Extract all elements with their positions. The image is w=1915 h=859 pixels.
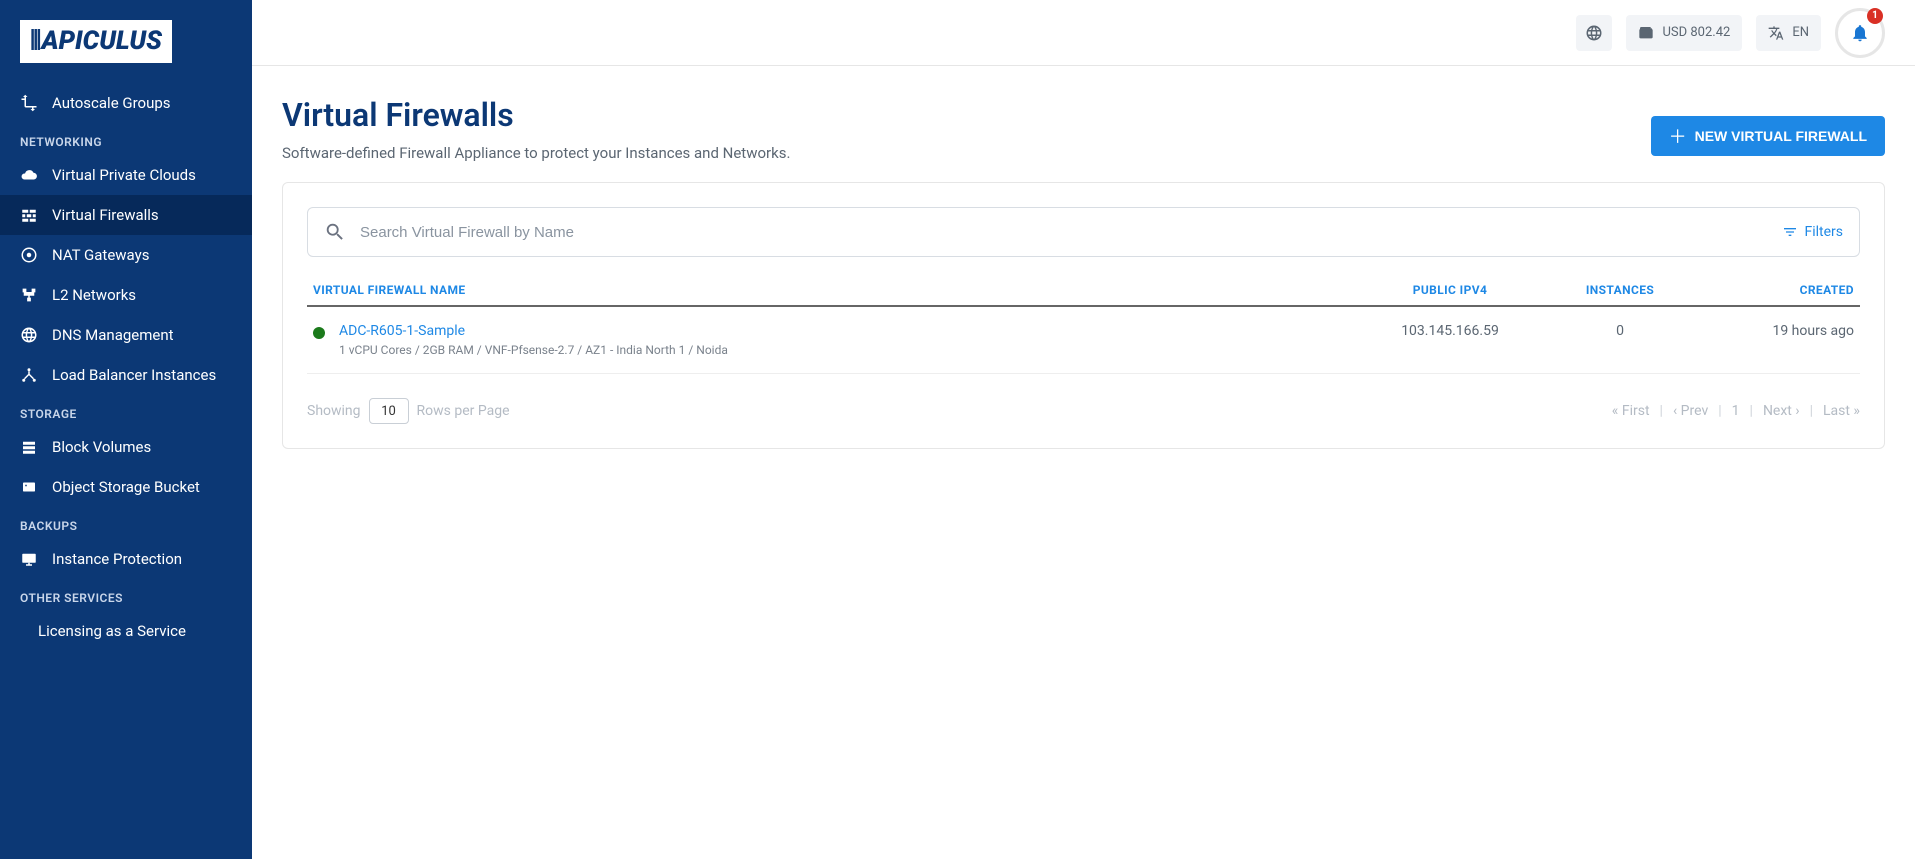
wallet-icon <box>1638 25 1654 41</box>
sidebar-item-instance-protection[interactable]: Instance Protection <box>0 539 252 579</box>
topbar: USD 802.42 EN 1 <box>252 0 1915 66</box>
rows-select[interactable]: 10 <box>369 398 409 424</box>
plus-icon: ＋ <box>1669 123 1687 149</box>
firewalls-table: VIRTUAL FIREWALL NAME PUBLIC IPV4 INSTAN… <box>307 275 1860 374</box>
globe-icon <box>20 326 38 344</box>
notification-badge: 1 <box>1867 8 1883 24</box>
filters-button[interactable]: Filters <box>1782 224 1843 240</box>
language-label: EN <box>1792 25 1809 40</box>
sidebar: ⦀APICULUS Autoscale Groups NETWORKING Vi… <box>0 0 252 859</box>
sidebar-item-load-balancer-instances[interactable]: Load Balancer Instances <box>0 355 252 395</box>
sidebar-item-licensing-as-a-service[interactable]: Licensing as a Service <box>0 611 252 651</box>
protection-icon <box>20 550 38 568</box>
col-instances[interactable]: INSTANCES <box>1540 275 1700 306</box>
wallet-amount: USD 802.42 <box>1662 25 1730 40</box>
new-virtual-firewall-button[interactable]: ＋ NEW VIRTUAL FIREWALL <box>1651 116 1885 156</box>
filters-label: Filters <box>1804 224 1843 240</box>
autoscale-icon <box>20 94 38 112</box>
blank-icon <box>20 622 38 640</box>
wallet-button[interactable]: USD 802.42 <box>1626 15 1742 51</box>
new-button-label: NEW VIRTUAL FIREWALL <box>1695 128 1867 144</box>
region-button[interactable] <box>1576 15 1612 51</box>
search-input[interactable] <box>360 224 1768 241</box>
col-name[interactable]: VIRTUAL FIREWALL NAME <box>307 275 1360 306</box>
sidebar-item-label: Object Storage Bucket <box>52 478 200 496</box>
brand-logo[interactable]: ⦀APICULUS <box>0 10 252 83</box>
gateway-icon <box>20 246 38 264</box>
sidebar-item-object-storage-bucket[interactable]: Object Storage Bucket <box>0 467 252 507</box>
sidebar-item-nat-gateways[interactable]: NAT Gateways <box>0 235 252 275</box>
volume-icon <box>20 438 38 456</box>
list-panel: Filters VIRTUAL FIREWALL NAME PUBLIC IPV… <box>282 182 1885 449</box>
filter-icon <box>1782 224 1798 240</box>
language-button[interactable]: EN <box>1756 15 1821 51</box>
pager-prev[interactable]: ‹ Prev <box>1673 403 1708 419</box>
sidebar-item-virtual-private-clouds[interactable]: Virtual Private Clouds <box>0 155 252 195</box>
sidebar-item-autoscale-groups[interactable]: Autoscale Groups <box>0 83 252 123</box>
sidebar-item-label: Autoscale Groups <box>52 94 171 112</box>
firewall-sub: 1 vCPU Cores / 2GB RAM / VNF-Pfsense-2.7… <box>339 343 728 357</box>
page-title: Virtual Firewalls <box>282 96 790 134</box>
sidebar-group-networking: NETWORKING <box>0 123 252 155</box>
main-content: USD 802.42 EN 1 Virtual Firewalls Softwa… <box>252 0 1915 859</box>
firewall-created: 19 hours ago <box>1700 306 1860 374</box>
firewall-name-link[interactable]: ADC-R605-1-Sample <box>339 323 728 339</box>
sidebar-item-l2-networks[interactable]: L2 Networks <box>0 275 252 315</box>
sidebar-item-label: Load Balancer Instances <box>52 366 216 384</box>
sidebar-item-label: Instance Protection <box>52 550 182 568</box>
search-icon <box>324 221 346 243</box>
pager-next[interactable]: Next › <box>1763 403 1800 419</box>
table-footer: Showing 10 Rows per Page « First | ‹ Pre… <box>307 398 1860 424</box>
cloud-icon <box>20 166 38 184</box>
sidebar-item-block-volumes[interactable]: Block Volumes <box>0 427 252 467</box>
sidebar-item-dns-management[interactable]: DNS Management <box>0 315 252 355</box>
rows-per-page: Showing 10 Rows per Page <box>307 398 510 424</box>
sidebar-item-label: L2 Networks <box>52 286 136 304</box>
status-dot-running <box>313 327 325 339</box>
network-icon <box>20 286 38 304</box>
load-balancer-icon <box>20 366 38 384</box>
sidebar-item-label: Licensing as a Service <box>38 622 186 640</box>
sidebar-item-label: Block Volumes <box>52 438 151 456</box>
sidebar-group-other-services: OTHER SERVICES <box>0 579 252 611</box>
page-subtitle: Software-defined Firewall Appliance to p… <box>282 144 790 162</box>
pager-first[interactable]: « First <box>1612 403 1650 419</box>
sidebar-item-label: NAT Gateways <box>52 246 149 264</box>
pager-last[interactable]: Last » <box>1823 403 1860 419</box>
col-ip[interactable]: PUBLIC IPV4 <box>1360 275 1540 306</box>
translate-icon <box>1768 25 1784 41</box>
rows-suffix: Rows per Page <box>417 403 510 419</box>
bucket-icon <box>20 478 38 496</box>
firewall-icon <box>20 206 38 224</box>
globe-icon <box>1585 24 1603 42</box>
firewall-instances: 0 <box>1540 306 1700 374</box>
pagination: « First | ‹ Prev | 1 | Next › | Last » <box>1612 403 1860 419</box>
col-created[interactable]: CREATED <box>1700 275 1860 306</box>
showing-label: Showing <box>307 403 361 419</box>
sidebar-group-backups: BACKUPS <box>0 507 252 539</box>
search-bar: Filters <box>307 207 1860 257</box>
sidebar-item-label: DNS Management <box>52 326 174 344</box>
pager-current: 1 <box>1732 403 1740 419</box>
sidebar-item-label: Virtual Private Clouds <box>52 166 196 184</box>
firewall-ip: 103.145.166.59 <box>1360 306 1540 374</box>
sidebar-item-virtual-firewalls[interactable]: Virtual Firewalls <box>0 195 252 235</box>
notifications-button[interactable]: 1 <box>1835 8 1885 58</box>
sidebar-item-label: Virtual Firewalls <box>52 206 159 224</box>
page-header: Virtual Firewalls Software-defined Firew… <box>252 66 1915 182</box>
sidebar-group-storage: STORAGE <box>0 395 252 427</box>
table-row[interactable]: ADC-R605-1-Sample 1 vCPU Cores / 2GB RAM… <box>307 306 1860 374</box>
